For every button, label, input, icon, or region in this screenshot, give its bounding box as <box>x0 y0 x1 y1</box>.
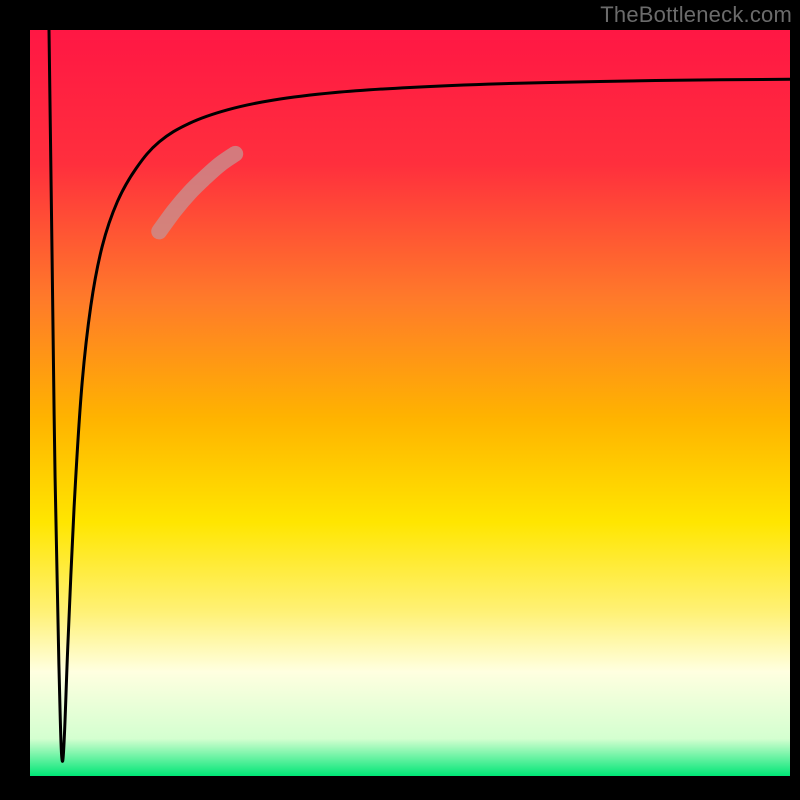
chart-svg <box>0 0 800 800</box>
chart-plot-area <box>30 30 790 776</box>
chart-container: TheBottleneck.com <box>0 0 800 800</box>
